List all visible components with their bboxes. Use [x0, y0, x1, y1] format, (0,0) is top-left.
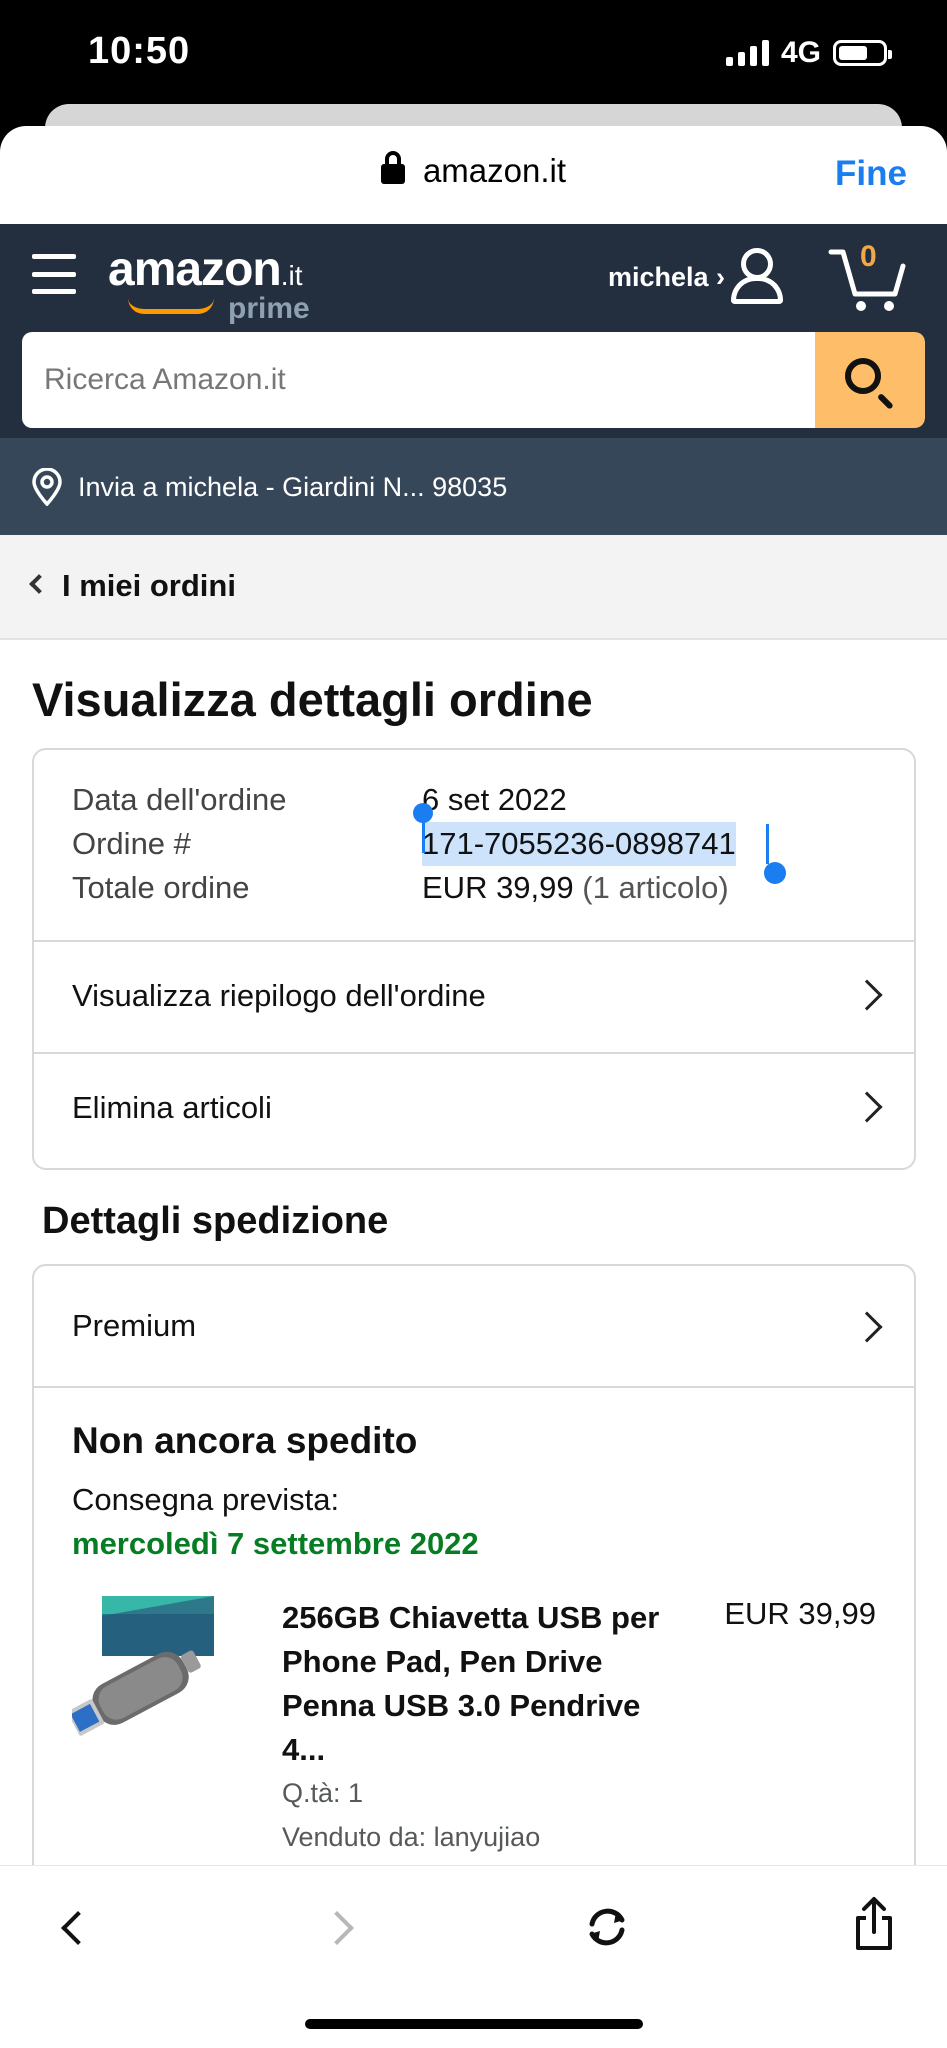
order-summary-label: Visualizza riepilogo dell'ordine	[72, 978, 486, 1013]
shipping-status: Non ancora spedito	[72, 1420, 418, 1461]
back-arrow-icon[interactable]	[61, 1911, 95, 1945]
status-time: 10:50	[88, 30, 191, 72]
order-info-grid: Data dell'ordine 6 set 2022 Ordine # 171…	[72, 778, 736, 910]
order-number-row: Ordine # 171-7055236-0898741	[72, 822, 736, 866]
signal-icon	[725, 40, 769, 66]
status-indicators: 4G	[725, 36, 892, 70]
shipping-card: Premium Non ancora spedito Consegna prev…	[32, 1264, 916, 1865]
browser-toolbar	[0, 1865, 947, 2048]
done-button[interactable]: Fine	[835, 154, 907, 194]
order-total-label: Totale ordine	[72, 870, 250, 905]
order-date-value: 6 set 2022	[422, 782, 567, 817]
selection-end-handle[interactable]	[764, 824, 786, 884]
order-number-value[interactable]: 171-7055236-0898741	[422, 822, 736, 866]
product-quantity: Q.tà: 1	[282, 1778, 364, 1808]
search-icon	[845, 358, 881, 394]
location-pin-icon	[32, 468, 62, 506]
amazon-header: amazon.it prime michela › 0	[0, 224, 947, 438]
logo-word: amazon	[108, 243, 282, 296]
chevron-right-icon	[851, 1091, 883, 1123]
amazon-logo[interactable]: amazon.it prime	[108, 242, 310, 325]
order-total-value: EUR 39,99	[422, 870, 574, 905]
share-icon[interactable]	[852, 1896, 896, 1952]
eta-date: mercoledì 7 settembre 2022	[72, 1526, 479, 1561]
shipping-method-label: Premium	[72, 1308, 197, 1343]
order-total-items: (1 articolo)	[582, 870, 729, 905]
back-to-orders[interactable]: I miei ordini	[0, 535, 947, 640]
delivery-location-bar[interactable]: Invia a michela - Giardini N... 98035	[0, 438, 947, 535]
main-content: Visualizza dettagli ordine Data dell'ord…	[0, 640, 947, 1865]
url-display[interactable]: amazon.it	[0, 151, 947, 190]
logo-prime: prime	[228, 292, 310, 325]
logo-tld: .it	[280, 260, 303, 291]
logo-smile	[128, 298, 214, 314]
product-title[interactable]: 256GB Chiavetta USB per Phone Pad, Pen D…	[282, 1596, 662, 1772]
cart-button[interactable]: 0	[827, 240, 907, 314]
chevron-right-icon	[851, 1311, 883, 1343]
page-title: Visualizza dettagli ordine	[32, 673, 593, 726]
order-number-label: Ordine #	[72, 826, 191, 861]
selection-start-handle[interactable]	[413, 803, 433, 853]
product-price: EUR 39,99	[724, 1596, 876, 1631]
order-date-row: Data dell'ordine 6 set 2022	[72, 778, 736, 822]
cart-count: 0	[860, 240, 877, 273]
shipping-section-title: Dettagli spedizione	[42, 1200, 389, 1242]
order-summary-link[interactable]: Visualizza riepilogo dell'ordine	[34, 940, 914, 1052]
reload-icon[interactable]	[584, 1904, 630, 1950]
home-indicator	[305, 2019, 643, 2029]
order-info-card: Data dell'ordine 6 set 2022 Ordine # 171…	[32, 748, 916, 1170]
eta-label: Consegna prevista:	[72, 1482, 340, 1517]
account-link[interactable]: michela ›	[608, 262, 725, 293]
user-icon[interactable]	[729, 248, 787, 306]
browser-address-bar: amazon.it Fine	[0, 126, 947, 224]
back-label: I miei ordini	[62, 568, 236, 603]
search-bar	[22, 332, 925, 428]
network-type: 4G	[780, 36, 821, 69]
url-text: amazon.it	[422, 152, 567, 189]
order-date-label: Data dell'ordine	[72, 782, 287, 817]
chevron-right-icon	[851, 979, 883, 1011]
search-input[interactable]	[22, 332, 815, 428]
forward-arrow-icon[interactable]	[320, 1911, 354, 1945]
delete-items-label: Elimina articoli	[72, 1090, 272, 1125]
menu-icon[interactable]	[32, 254, 76, 294]
order-total-row: Totale ordine EUR 39,99 (1 articolo)	[72, 866, 736, 910]
lock-icon	[380, 151, 405, 184]
order-total-value-wrap: EUR 39,99 (1 articolo)	[422, 866, 729, 910]
product-seller: Venduto da: lanyujiao	[282, 1822, 541, 1852]
product-image[interactable]	[72, 1596, 214, 1746]
battery-icon	[833, 40, 892, 66]
search-button[interactable]	[815, 332, 925, 428]
status-bar: 10:50 4G	[0, 0, 947, 110]
delete-items-link[interactable]: Elimina articoli	[34, 1052, 914, 1164]
chevron-left-icon	[29, 574, 49, 594]
delivery-text: Invia a michela - Giardini N... 98035	[78, 472, 508, 502]
shipping-method-row[interactable]: Premium	[34, 1266, 914, 1388]
